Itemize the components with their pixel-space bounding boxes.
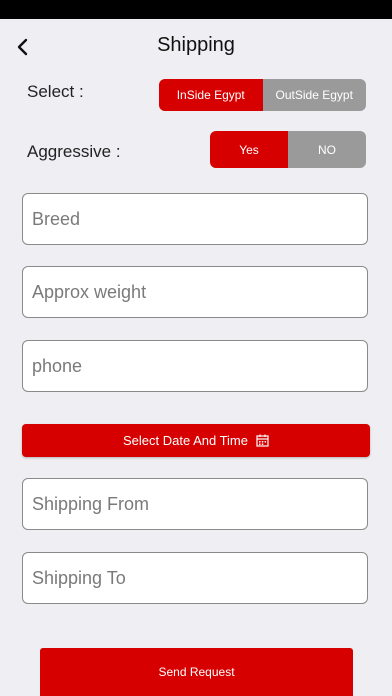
segment-inside-egypt[interactable]: InSide Egypt (159, 79, 263, 111)
region-segmented-control: InSide Egypt OutSide Egypt (159, 79, 366, 111)
shipping-from-input[interactable] (22, 478, 368, 530)
select-label: Select : (27, 82, 84, 101)
segment-no[interactable]: NO (288, 131, 366, 168)
approx-weight-input[interactable] (22, 266, 368, 318)
page-title: Shipping (157, 34, 235, 56)
aggressive-label: Aggressive : (27, 142, 121, 161)
segment-yes[interactable]: Yes (210, 131, 288, 168)
shipping-to-input[interactable] (22, 552, 368, 604)
select-date-time-button[interactable]: Select Date And Time (22, 424, 370, 457)
phone-input[interactable] (22, 340, 368, 392)
send-request-button[interactable]: Send Request (40, 648, 353, 696)
calendar-icon (256, 434, 269, 447)
select-date-time-label: Select Date And Time (122, 433, 248, 448)
breed-input[interactable] (22, 193, 368, 245)
status-bar (0, 0, 392, 19)
aggressive-segmented-control: Yes NO (210, 131, 366, 168)
send-request-label: Send Request (158, 665, 235, 679)
segment-outside-egypt[interactable]: OutSide Egypt (262, 79, 366, 111)
